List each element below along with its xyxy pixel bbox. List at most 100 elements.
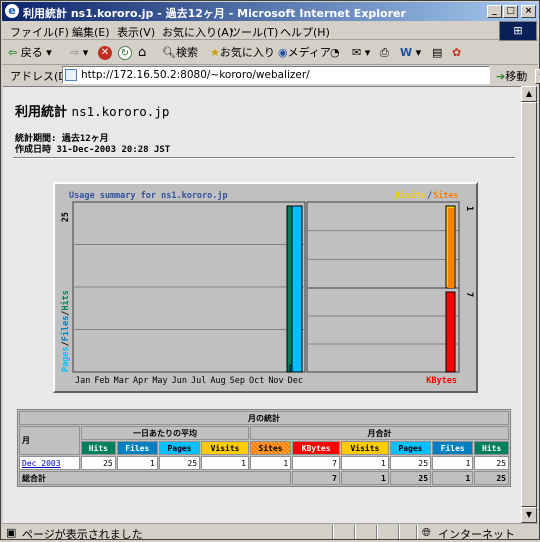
col-avg-hits: Hits [81, 441, 116, 455]
x-tick-jan: Jan [75, 376, 90, 386]
status-separator [398, 525, 400, 539]
scroll-up-button[interactable]: ▲ [521, 86, 537, 102]
cell-total-hits: 25 [474, 456, 509, 470]
search-label: 検索 [175, 46, 198, 59]
menu-file[interactable]: ファイル(F) [10, 24, 69, 40]
cell-avg-visits: 1 [201, 456, 249, 470]
history-button[interactable]: ◔ [330, 44, 340, 62]
legend-visits: Visits [395, 190, 426, 201]
total-pages: 25 [389, 471, 432, 485]
go-button[interactable]: ➔移動 [496, 68, 527, 84]
status-page-icon: ▣ [6, 526, 17, 539]
window-title: 利用統計 ns1.kororo.jp - 過去12ヶ月 - Microsoft … [23, 7, 406, 20]
title-bar[interactable]: e 利用統計 ns1.kororo.jp - 過去12ヶ月 - Microsof… [2, 2, 538, 21]
menu-view[interactable]: 表示(V) [117, 24, 155, 40]
media-button[interactable]: ◉メディア [278, 44, 331, 62]
x-tick-oct: Oct [249, 376, 264, 386]
totals-label: 総合計 [19, 471, 292, 485]
page-content: 利用統計 ns1.kororo.jp 統計期間: 過去12ヶ月 作成日時 31-… [3, 86, 521, 523]
history-icon: ◔ [330, 46, 340, 59]
legend-hits: Hits [60, 290, 71, 310]
favorites-button[interactable]: ★お気に入り [210, 44, 275, 62]
legend-kbytes: KBytes [426, 376, 457, 386]
document-icon: ▤ [432, 46, 443, 59]
close-button[interactable]: × [521, 5, 536, 18]
cell-total-visits: 1 [341, 456, 389, 470]
status-separator [416, 525, 418, 539]
cell-total-sites: 1 [249, 456, 292, 470]
status-separator [332, 525, 334, 539]
internet-zone-icon: 🌐︎ [422, 526, 431, 539]
media-icon: ◉ [278, 46, 288, 59]
legend-sites: Sites [433, 190, 459, 201]
browser-window: e 利用統計 ns1.kororo.jp - 過去12ヶ月 - Microsof… [0, 0, 540, 541]
go-arrow-icon: ➔ [496, 70, 506, 83]
mail-button[interactable]: ✉ ▾ [352, 44, 370, 62]
report-generated: 作成日時 31-Dec-2003 20:28 JST [15, 145, 171, 155]
search-button[interactable]: 🔍︎検索 [162, 44, 198, 62]
left-axis-legend: Pages/Files/Hits [60, 290, 71, 372]
discuss-button[interactable]: ▤ [432, 44, 442, 62]
minimize-button[interactable]: _ [487, 5, 502, 18]
col-avg-visits: Visits [201, 441, 249, 455]
search-icon: 🔍︎ [162, 46, 176, 59]
bar-kbytes-dec [445, 291, 456, 373]
back-arrow-icon: ⇦ [8, 46, 18, 59]
col-total-sites: Sites [249, 441, 292, 455]
back-label: 戻る [20, 46, 43, 59]
bar-pages-dec [291, 205, 303, 373]
page-title: 利用統計 ns1.kororo.jp [15, 101, 169, 120]
usage-chart-svg: Usage summary for ns1.kororo.jp Visits / Si… [60, 190, 474, 386]
refresh-button[interactable]: ↻ [118, 44, 132, 62]
scroll-down-button[interactable]: ▼ [521, 507, 537, 523]
stop-icon: ✕ [98, 46, 112, 60]
address-dropdown-button[interactable]: ▼ [535, 69, 540, 84]
x-tick-may: May [152, 376, 167, 386]
stop-button[interactable]: ✕ [98, 44, 112, 62]
media-label: メディア [287, 46, 331, 59]
avg-header: 一日あたりの平均 [81, 426, 249, 440]
windows-logo-icon: ⊞ [499, 21, 537, 41]
home-button[interactable]: ⌂ [138, 44, 146, 62]
messenger-icon: ✿ [452, 46, 462, 59]
menu-edit[interactable]: 編集(E) [72, 24, 110, 40]
back-button[interactable]: ⇦ 戻る ▾ [8, 44, 52, 62]
usage-chart: Usage summary for ns1.kororo.jp Visits / Si… [53, 182, 478, 393]
forward-button[interactable]: ⇨ ▾ [70, 44, 88, 62]
visits-plot-area [306, 201, 460, 289]
maximize-button[interactable]: □ [503, 5, 518, 18]
scroll-thumb[interactable] [521, 102, 537, 507]
x-tick-nov: Nov [268, 376, 283, 386]
x-tick-mar: Mar [114, 376, 129, 386]
print-icon: ⎙ [380, 46, 389, 59]
page-icon [65, 69, 77, 81]
table-row: Dec 2003 25 1 25 1 1 7 1 25 1 25 [19, 456, 509, 470]
month-link[interactable]: Dec 2003 [22, 459, 61, 468]
kbytes-plot-area [306, 287, 460, 373]
right-bottom-axis-max: 7 [464, 292, 474, 297]
address-bar: アドレス(D) http://172.16.50.2:8080/~kororo/… [2, 65, 540, 85]
status-separator [354, 525, 356, 539]
legend-files: Files [60, 316, 71, 342]
month-cell: Dec 2003 [19, 456, 81, 470]
vertical-scrollbar[interactable]: ▲ ▼ [521, 86, 537, 523]
status-bar: ▣ ページが表示されました 🌐︎ インターネット [2, 523, 538, 541]
star-icon: ★ [210, 46, 220, 59]
address-input[interactable]: http://172.16.50.2:8080/~kororo/webalize… [62, 66, 540, 84]
col-total-hits: Hits [474, 441, 509, 455]
address-url: http://172.16.50.2:8080/~kororo/webalize… [81, 69, 310, 81]
menu-tools[interactable]: ツール(T) [230, 24, 278, 40]
menu-favorites[interactable]: お気に入り(A) [162, 24, 233, 40]
total-header: 月合計 [249, 426, 509, 440]
col-total-visits: Visits [341, 441, 389, 455]
bar-sites-dec [448, 208, 454, 288]
menu-help[interactable]: ヘルプ(H) [280, 24, 330, 40]
report-host: ns1.kororo.jp [71, 104, 170, 119]
messenger-button[interactable]: ✿ [452, 44, 461, 62]
home-icon: ⌂ [138, 45, 147, 60]
right-top-axis-max: 1 [464, 206, 474, 211]
print-button[interactable]: ⎙ [380, 44, 389, 62]
col-avg-pages: Pages [158, 441, 201, 455]
edit-button[interactable]: W ▾ [400, 44, 421, 62]
ie-icon: e [5, 4, 19, 18]
